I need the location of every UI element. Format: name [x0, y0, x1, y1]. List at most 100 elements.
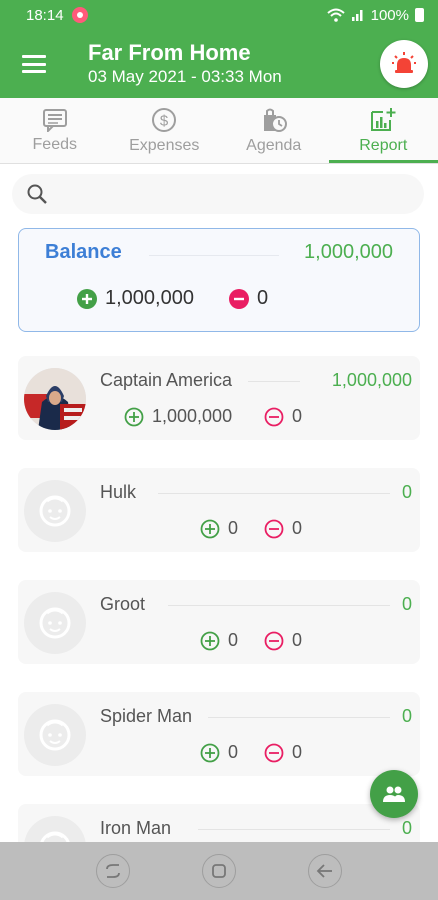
member-name: Iron Man [100, 818, 172, 838]
member-card[interactable]: Captain America 1,000,000 1,000,000 0 [18, 356, 420, 440]
search-icon [27, 184, 47, 204]
member-list: Captain America 1,000,000 1,000,000 0 Hu… [0, 356, 438, 888]
back-button[interactable] [308, 854, 342, 888]
minus-circle-outline-icon [264, 631, 284, 650]
balance-income-value: 1,000,000 [105, 287, 194, 309]
plus-circle-outline-icon [200, 743, 220, 762]
divider [158, 493, 390, 494]
recents-icon [106, 864, 120, 878]
member-expense-value: 0 [292, 742, 303, 762]
group-icon [383, 786, 405, 802]
member-total: 0 [401, 706, 412, 726]
clock-bag-icon [263, 108, 287, 132]
tab-feeds[interactable]: Feeds [0, 98, 110, 163]
notification-icon [71, 7, 88, 23]
status-bar: 18:14 100% [0, 0, 438, 30]
avatar [24, 368, 86, 430]
menu-icon[interactable] [22, 55, 46, 73]
minus-circle-outline-icon [264, 743, 284, 762]
avatar [24, 704, 86, 766]
alarm-button[interactable] [380, 40, 428, 88]
balance-expense: 0 [229, 287, 268, 310]
tab-label: Feeds [32, 135, 77, 153]
system-nav-bar [0, 842, 438, 900]
member-expense: 0 [264, 630, 302, 651]
battery-icon [415, 8, 424, 22]
member-expense: 0 [264, 742, 302, 763]
default-avatar-icon [39, 719, 71, 751]
member-name: Hulk [100, 482, 137, 502]
member-name: Spider Man [100, 706, 193, 726]
chat-icon [42, 108, 67, 132]
back-arrow-icon [316, 864, 332, 878]
avatar [24, 480, 86, 542]
member-total: 0 [401, 482, 412, 502]
app-subtitle: 03 May 2021 - 03:33 Mon [88, 67, 282, 86]
balance-expense-value: 0 [257, 287, 269, 309]
plus-circle-outline-icon [200, 519, 220, 538]
minus-circle-icon [229, 288, 249, 309]
balance-income: 1,000,000 [77, 287, 194, 310]
balance-card: Balance 1,000,000 1,000,000 0 [18, 228, 420, 332]
title-block: Far From Home 03 May 2021 - 03:33 Mon [88, 40, 282, 88]
svg-text:$: $ [160, 112, 169, 129]
member-expense: 0 [264, 518, 302, 539]
divider [248, 381, 300, 382]
default-avatar-icon [39, 607, 71, 639]
tab-label: Expenses [129, 136, 200, 154]
member-name: Groot [100, 594, 146, 614]
home-button[interactable] [202, 854, 236, 888]
tab-label: Agenda [246, 136, 302, 154]
home-icon [212, 864, 226, 878]
wifi-icon [326, 8, 345, 22]
member-income-value: 0 [228, 742, 239, 762]
member-expense-value: 0 [292, 518, 303, 538]
search-input[interactable] [58, 185, 398, 203]
member-income-value: 0 [228, 518, 239, 538]
tab-report[interactable]: Report [328, 98, 438, 163]
member-total: 1,000,000 [331, 370, 412, 390]
member-income: 0 [200, 630, 238, 651]
member-income-value: 1,000,000 [152, 406, 233, 426]
tab-expenses[interactable]: $ Expenses [110, 98, 220, 163]
member-card[interactable]: Hulk 0 0 0 [18, 468, 420, 552]
plus-circle-outline-icon [200, 631, 220, 650]
search-bar [12, 174, 424, 214]
group-fab-button[interactable] [370, 770, 418, 818]
balance-label: Balance [45, 241, 122, 263]
alarm-icon [392, 52, 416, 73]
member-income: 0 [200, 742, 238, 763]
member-expense-value: 0 [292, 406, 303, 426]
member-expense: 0 [264, 406, 302, 427]
member-total: 0 [401, 818, 412, 838]
member-expense-value: 0 [292, 630, 303, 650]
member-income: 1,000,000 [124, 406, 232, 427]
divider [198, 829, 390, 830]
member-card[interactable]: Groot 0 0 0 [18, 580, 420, 664]
tab-bar: Feeds $ Expenses Agenda Report [0, 98, 438, 164]
minus-circle-outline-icon [264, 407, 284, 426]
avatar [24, 592, 86, 654]
battery-percent: 100% [370, 6, 409, 24]
app-bar: Far From Home 03 May 2021 - 03:33 Mon [0, 30, 438, 98]
divider [208, 717, 390, 718]
member-card[interactable]: Spider Man 0 0 0 [18, 692, 420, 776]
plus-circle-icon [77, 288, 97, 309]
dollar-icon: $ [152, 107, 177, 132]
app-title: Far From Home [88, 40, 251, 65]
status-right: 100% [326, 6, 424, 24]
signal-icon [351, 10, 363, 21]
default-avatar-icon [39, 495, 71, 527]
tab-agenda[interactable]: Agenda [219, 98, 329, 163]
chart-add-icon [371, 107, 396, 131]
member-income-value: 0 [228, 630, 239, 650]
status-time: 18:14 [26, 6, 64, 24]
tab-label: Report [359, 136, 408, 154]
divider [149, 255, 279, 256]
balance-total: 1,000,000 [304, 241, 393, 263]
member-name: Captain America [100, 370, 233, 390]
divider [168, 605, 390, 606]
member-income: 0 [200, 518, 238, 539]
recent-apps-button[interactable] [96, 854, 130, 888]
plus-circle-outline-icon [124, 407, 144, 426]
